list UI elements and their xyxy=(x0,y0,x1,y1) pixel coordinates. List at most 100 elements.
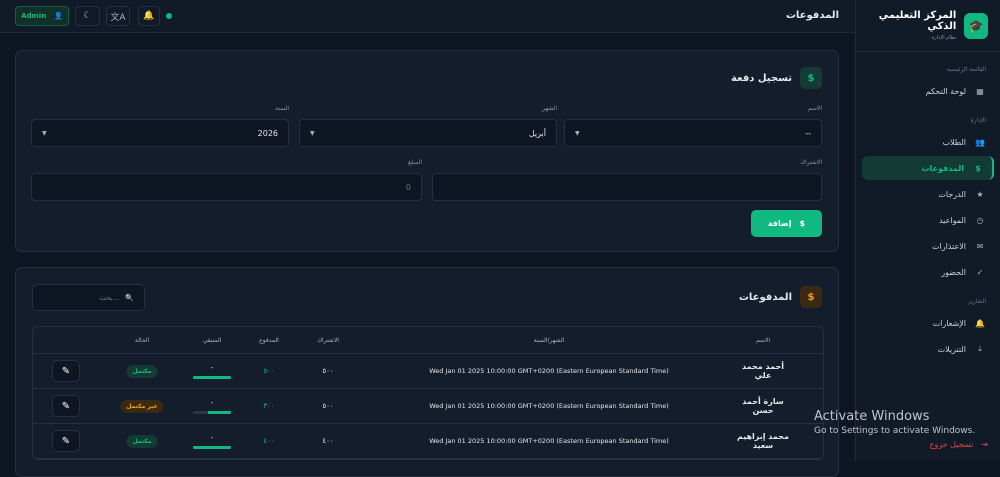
progress-bar xyxy=(193,375,231,379)
search-placeholder: بحث... xyxy=(99,293,120,302)
progress-bar xyxy=(193,410,231,414)
edit-button[interactable]: ✎ xyxy=(52,395,80,417)
name-label: الاسم xyxy=(807,105,822,112)
sidebar-item-dashboard[interactable]: لوحة التحكم ▦ xyxy=(862,79,994,103)
caret-down-icon: ▼ xyxy=(310,129,315,137)
dollar-icon: $ xyxy=(800,67,822,89)
dollar-icon: $ xyxy=(799,219,806,228)
col-status: الحالة xyxy=(134,336,150,344)
add-button[interactable]: إضافة $ xyxy=(751,210,822,237)
language-button[interactable]: 文A xyxy=(106,6,130,26)
table-row: أحمد محمد علي Wed Jan 01 2025 10:00:00 G… xyxy=(33,354,823,389)
col-name: الاسم xyxy=(755,336,771,344)
watermark-line2: Go to Settings to activate Windows. xyxy=(814,426,976,436)
cell-actions: ✎ xyxy=(52,360,80,382)
cell-date: Wed Jan 01 2025 10:00:00 GMT+0200 (Easte… xyxy=(429,367,669,375)
month-select[interactable]: أبريل ▼ xyxy=(299,119,557,147)
check-icon: ✓ xyxy=(976,267,984,277)
brand: المركز التعليمي الذكي نظام الإدارة 🎓 xyxy=(856,0,1000,52)
sidebar-item-schedule[interactable]: المواعيد ◷ xyxy=(862,208,994,232)
section-reports: التقارير xyxy=(967,298,986,305)
sidebar-item-label: الطلاب xyxy=(942,137,966,147)
cell-actions: ✎ xyxy=(52,395,80,417)
cell-remaining: - xyxy=(193,399,231,414)
watermark-line1: Activate Windows xyxy=(814,409,930,424)
brand-subtitle: نظام الإدارة xyxy=(931,35,957,41)
windows-watermark: Activate Windows Go to Settings to activa… xyxy=(814,409,975,436)
amount-input[interactable]: 0 xyxy=(31,173,422,201)
bell-icon: 🔔 xyxy=(975,318,985,328)
edit-button[interactable]: ✎ xyxy=(52,360,80,382)
col-date: الشهر/السنة xyxy=(533,336,565,344)
col-subscription: الاشتراك xyxy=(317,336,339,344)
subscription-input[interactable] xyxy=(432,173,822,201)
status-dot xyxy=(166,13,172,19)
cell-date: Wed Jan 01 2025 10:00:00 GMT+0200 (Easte… xyxy=(429,402,669,410)
month-value: أبريل xyxy=(528,128,546,138)
sidebar: المركز التعليمي الذكي نظام الإدارة 🎓 القا… xyxy=(855,0,1000,461)
sidebar-item-label: الدرجات xyxy=(938,189,966,199)
year-value: 2026 xyxy=(257,128,278,138)
edit-button[interactable]: ✎ xyxy=(52,430,80,452)
brand-title: المركز التعليمي الذكي xyxy=(878,10,957,32)
dollar-icon: $ xyxy=(975,163,981,173)
list-title: المدفوعات xyxy=(738,291,792,303)
logout-label: تسجيل خروج xyxy=(929,440,974,449)
sidebar-item-downloads[interactable]: التنزيلات ⤓ xyxy=(862,337,994,361)
cell-paid: ٥٠٠ xyxy=(263,367,275,375)
cell-remaining: - xyxy=(193,434,231,449)
sidebar-item-attendance[interactable]: الحضور ✓ xyxy=(862,260,994,284)
caret-down-icon: ▼ xyxy=(42,129,47,137)
user-icon: 👤 xyxy=(54,12,63,20)
cell-subscription: ٥٠٠ xyxy=(322,367,334,375)
progress-bar xyxy=(193,445,231,449)
cell-subscription: ٤٠٠ xyxy=(322,437,334,445)
name-value: -- xyxy=(805,128,811,138)
cell-status: مكتمل xyxy=(126,435,158,448)
theme-toggle-button[interactable]: ☾ xyxy=(75,6,100,26)
sidebar-item-excuses[interactable]: الاعتذارات ✉ xyxy=(862,234,994,258)
pencil-icon: ✎ xyxy=(61,365,71,377)
clock-icon: ◷ xyxy=(976,215,984,225)
payment-form-card: تسجيل دفعة $ الاسم -- ▼ الشهر أبريل ▼ السنة… xyxy=(15,50,839,252)
cell-subscription: ٥٠٠ xyxy=(322,402,334,410)
col-remaining: المتبقي xyxy=(202,336,222,344)
caret-down-icon: ▼ xyxy=(575,129,580,137)
sidebar-item-label: الاعتذارات xyxy=(931,241,966,251)
sidebar-item-notifications[interactable]: الإشعارات 🔔 xyxy=(862,311,994,335)
topbar: Admin 👤 ☾ 文A 🔔 المدفوعات xyxy=(0,0,855,33)
sidebar-item-label: المواعيد xyxy=(938,215,966,225)
cell-remaining: - xyxy=(193,364,231,379)
pencil-icon: ✎ xyxy=(61,400,71,412)
form-title: تسجيل دفعة xyxy=(730,72,792,84)
remaining-value: - xyxy=(210,398,214,407)
cell-actions: ✎ xyxy=(52,430,80,452)
name-select[interactable]: -- ▼ xyxy=(564,119,822,147)
mail-icon: ✉ xyxy=(976,241,984,251)
col-paid: المدفوع xyxy=(259,336,279,344)
cell-paid: ٣٠٠ xyxy=(263,402,275,410)
bell-icon: 🔔 xyxy=(143,11,155,21)
cell-name: سارة أحمد حسن xyxy=(742,397,784,415)
year-select[interactable]: 2026 ▼ xyxy=(31,119,289,147)
sidebar-item-grades[interactable]: الدرجات ★ xyxy=(862,182,994,206)
search-input[interactable]: بحث... 🔍 xyxy=(32,284,145,311)
amount-placeholder: 0 xyxy=(405,182,411,192)
translate-icon: 文A xyxy=(110,12,126,23)
sidebar-item-label: التنزيلات xyxy=(937,344,966,354)
table-header: الاسم الشهر/السنة الاشتراك المدفوع المتب… xyxy=(33,327,823,354)
cell-date: Wed Jan 01 2025 10:00:00 GMT+0200 (Easte… xyxy=(429,437,669,445)
sidebar-item-students[interactable]: الطلاب 👥 xyxy=(862,130,994,154)
cell-name: أحمد محمد علي xyxy=(742,362,784,380)
cell-paid: ٤٠٠ xyxy=(263,437,275,445)
star-icon: ★ xyxy=(976,189,984,199)
payments-table: الاسم الشهر/السنة الاشتراك المدفوع المتب… xyxy=(32,326,824,460)
status-badge: مكتمل xyxy=(126,435,158,448)
logout-button[interactable]: تسجيل خروج ⇥ xyxy=(929,440,988,449)
remaining-value: - xyxy=(210,433,214,442)
notifications-button[interactable]: 🔔 xyxy=(138,6,160,26)
user-button[interactable]: Admin 👤 xyxy=(15,6,69,26)
pencil-icon: ✎ xyxy=(61,435,71,447)
dollar-icon: $ xyxy=(800,286,822,308)
sidebar-item-payments[interactable]: المدفوعات $ xyxy=(862,156,994,180)
